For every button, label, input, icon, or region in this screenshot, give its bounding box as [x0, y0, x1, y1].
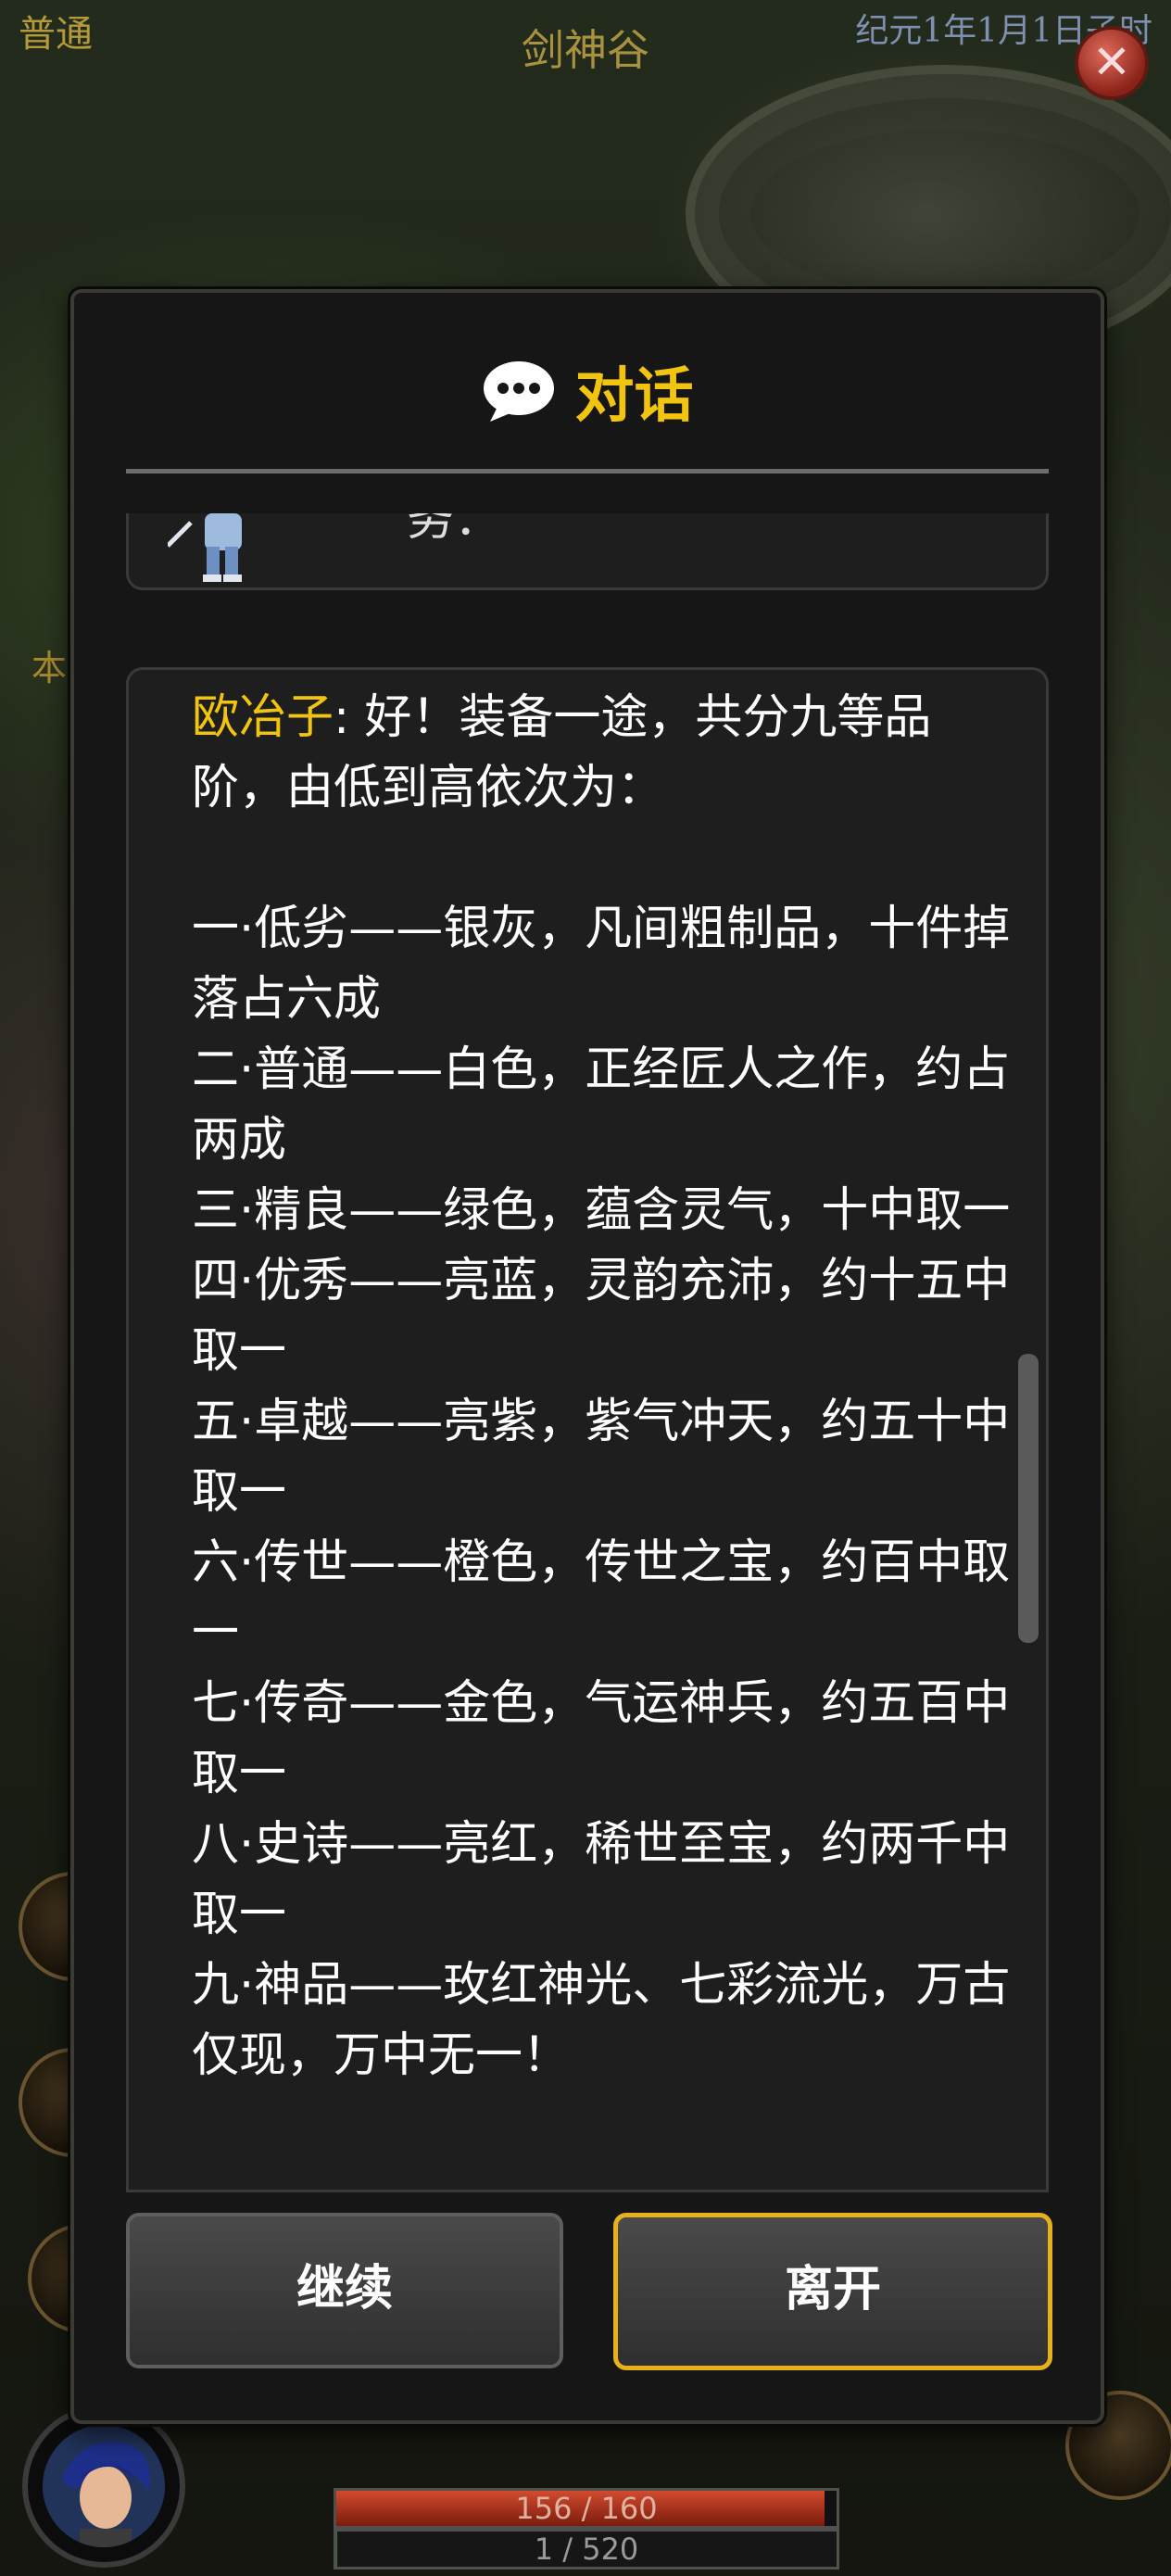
- warrior-figure-icon: [168, 513, 242, 582]
- message-line: 取一: [192, 1747, 287, 1801]
- header-divider: [126, 469, 1049, 474]
- message-line: 六·传世——橙色，传世之宝，约百中取: [192, 1535, 1011, 1590]
- message-line: 两成: [192, 1113, 287, 1168]
- message-line: 一: [192, 1606, 240, 1661]
- message-line: 取一: [192, 1465, 287, 1520]
- message-line: 仅现，万中无一！: [192, 2028, 571, 2083]
- message-card[interactable]: 欧冶子: 好！装备一途，共分九等品 阶，由低到高依次为： 一·低劣——银灰，凡间…: [126, 667, 1049, 2192]
- dialog-header: 对话: [74, 348, 1101, 434]
- message-line: 取一: [192, 1888, 287, 1942]
- dialogue-window: 对话 务： 欧冶子: 好！装备一途，共分九等品 阶，由低到高依次为： 一·低劣—…: [70, 289, 1104, 2424]
- experience-bar: 1 / 520: [334, 2529, 839, 2570]
- message-scrollbar[interactable]: [1018, 1354, 1039, 1643]
- speech-bubble-icon: [484, 361, 555, 422]
- message-text: 欧冶子: 好！装备一途，共分九等品 阶，由低到高依次为： 一·低劣——银灰，凡间…: [192, 683, 1020, 2091]
- experience-bar-fill: [336, 2532, 338, 2567]
- message-line: 八·史诗——亮红，稀世至宝，约两千中: [192, 1817, 1011, 1872]
- message-line: 四·优秀——亮蓝，灵韵充沛，约十五中: [192, 1254, 1011, 1308]
- message-line: 三·精良——绿色，蕴含灵气，十中取一: [192, 1183, 1011, 1238]
- speaker-name: 欧冶子: [192, 690, 334, 745]
- player-avatar-frame[interactable]: [22, 2405, 185, 2568]
- message-line: 七·传奇——金色，气运神兵，约五百中: [192, 1676, 1011, 1731]
- player-avatar: [43, 2425, 165, 2547]
- message-line: 二·普通——白色，正经匠人之作，约占: [192, 1042, 1011, 1097]
- continue-button[interactable]: 继续: [126, 2213, 563, 2368]
- message-line: 一·低劣——银灰，凡间粗制品，十件掉: [192, 902, 1011, 956]
- leave-button[interactable]: 离开: [613, 2213, 1052, 2370]
- dialog-title: 对话: [574, 362, 694, 431]
- message-line: 取一: [192, 1324, 287, 1379]
- message-line: 落占六成: [192, 972, 382, 1027]
- previous-message-text: 务：: [407, 513, 502, 547]
- health-bar: 156 / 160: [334, 2488, 839, 2529]
- health-text: 156 / 160: [515, 2491, 658, 2526]
- message-line: 阶，由低到高依次为：: [192, 761, 665, 815]
- message-line: 好！装备一途，共分九等品: [364, 690, 932, 745]
- side-menu-label: 本: [31, 648, 68, 688]
- close-icon[interactable]: ✕: [1075, 26, 1149, 100]
- message-line: 五·卓越——亮紫，紫气冲天，约五十中: [192, 1395, 1011, 1449]
- previous-message-card: 务：: [126, 513, 1049, 590]
- message-line: 九·神品——玫红神光、七彩流光，万古: [192, 1958, 1011, 2013]
- experience-text: 1 / 520: [534, 2532, 639, 2567]
- speaker-colon: :: [334, 690, 365, 745]
